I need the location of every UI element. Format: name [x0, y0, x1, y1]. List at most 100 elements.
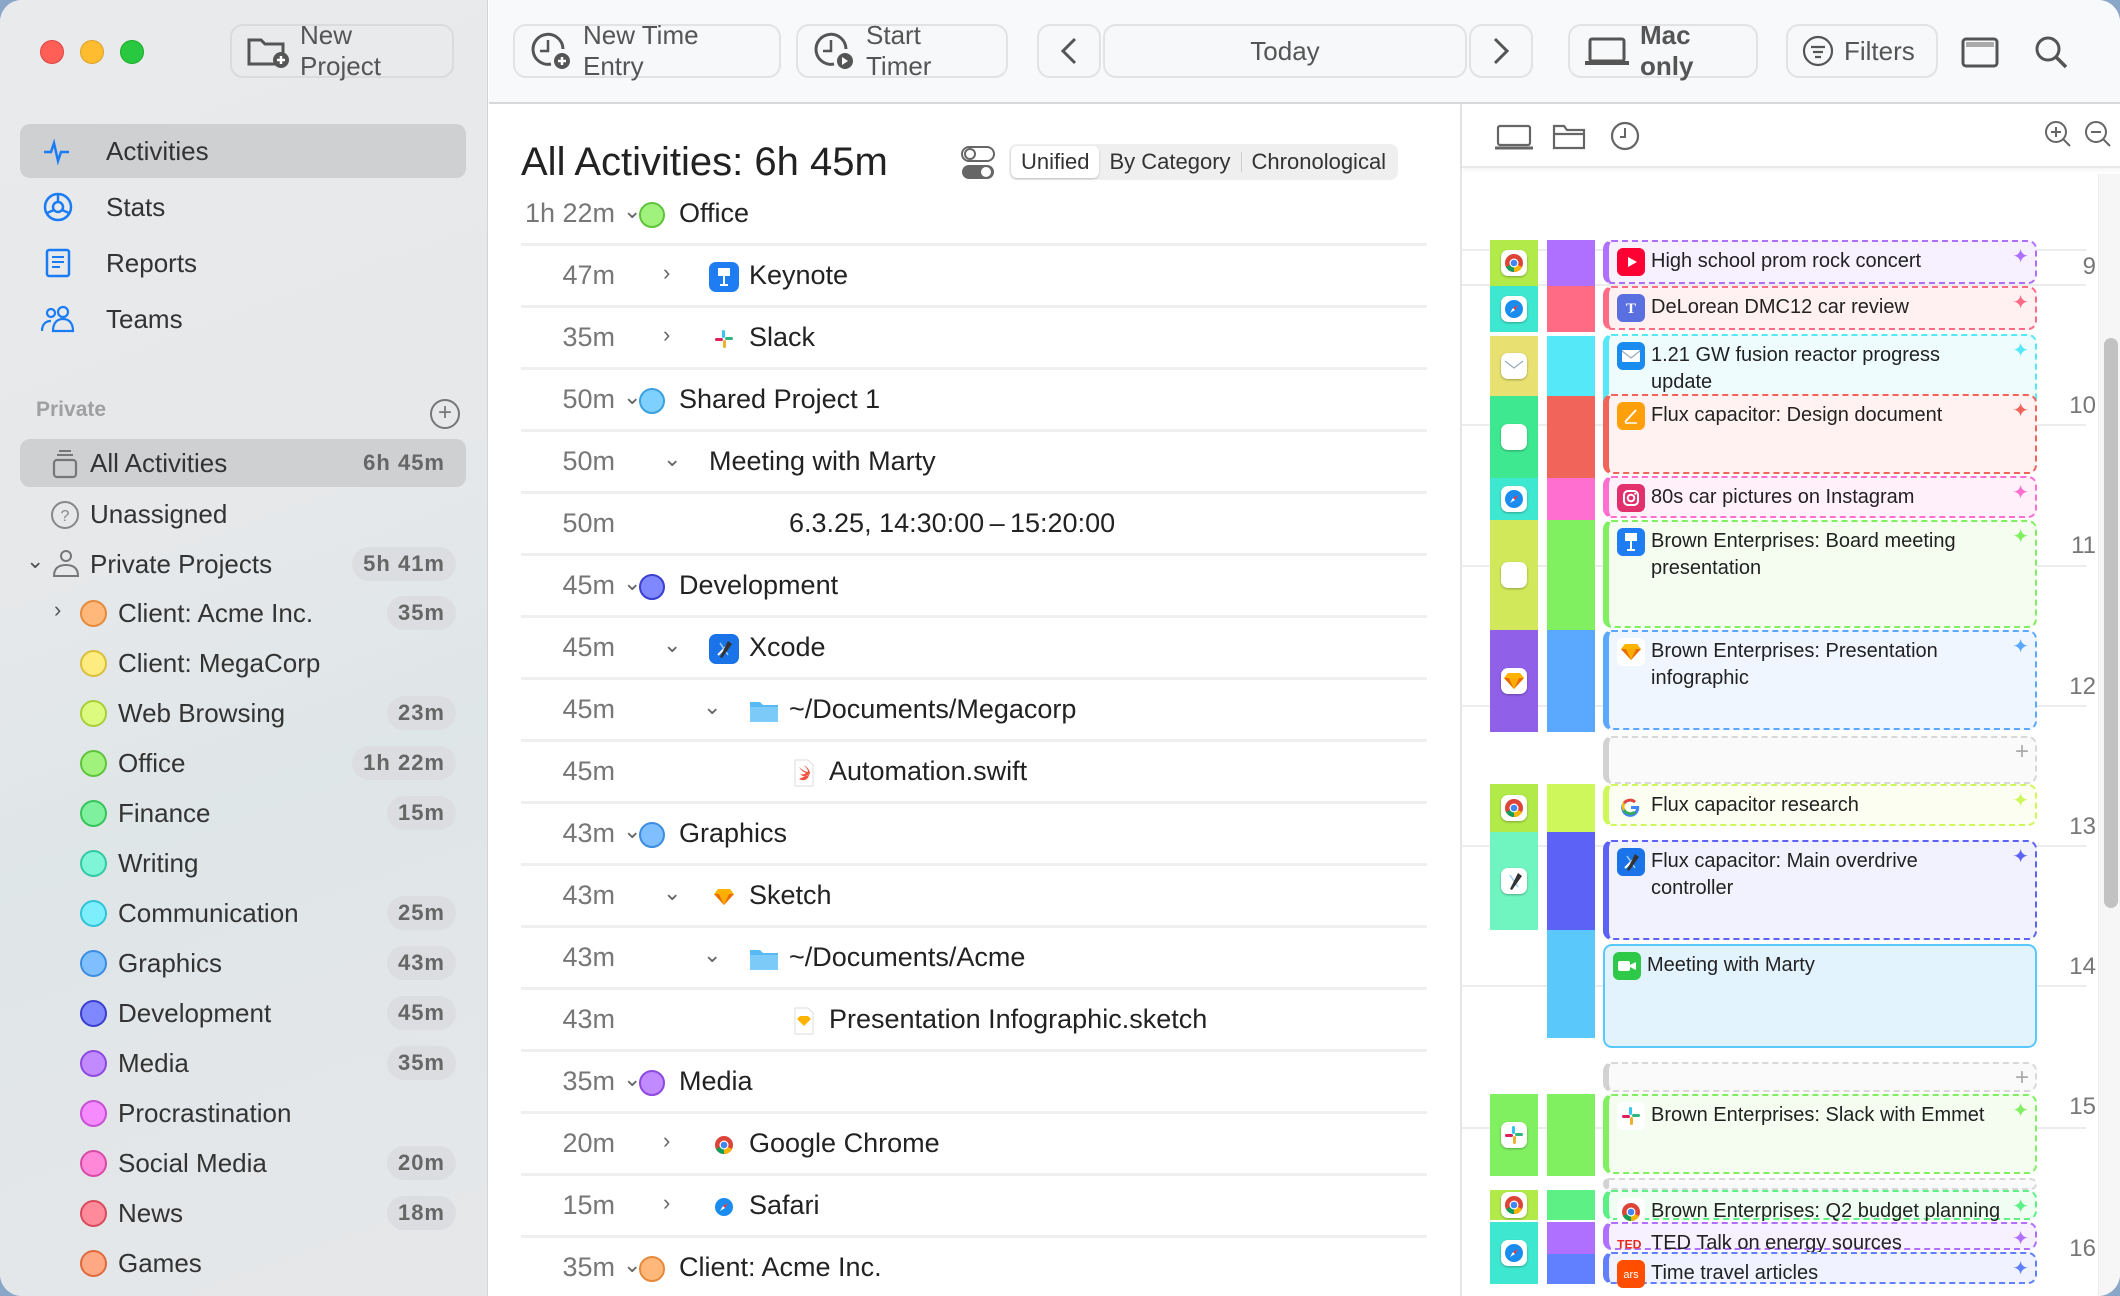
list-row[interactable]: 35m › Slack [521, 308, 1427, 370]
app-usage-strip[interactable] [1490, 630, 1538, 732]
app-usage-strip[interactable] [1490, 336, 1538, 396]
app-usage-strip[interactable] [1490, 1222, 1538, 1284]
timeline-event[interactable]: High school prom rock concert ✦ [1603, 240, 2037, 284]
list-row[interactable]: 43m Presentation Infographic.sketch [521, 990, 1427, 1052]
list-row[interactable]: 43m ⌄ Graphics [521, 804, 1427, 866]
list-row[interactable]: 35m ⌄ Client: Acme Inc. [521, 1238, 1427, 1296]
empty-time-slot[interactable]: + [1603, 736, 2037, 784]
sparkle-icon[interactable]: ✦ [2012, 244, 2029, 271]
sidebar-project-item[interactable]: Client: MegaCorp [20, 639, 466, 687]
device-filter-icon[interactable] [1494, 124, 1534, 150]
add-project-icon[interactable]: + [430, 399, 460, 429]
timeline-event[interactable]: 80s car pictures on Instagram ✦ [1603, 476, 2037, 518]
sidebar-item-stats[interactable]: Stats [20, 180, 466, 234]
list-row[interactable]: 1h 22m ⌄ Office [521, 184, 1427, 246]
list-row[interactable]: 20m › Google Chrome [521, 1114, 1427, 1176]
chevron-right-icon[interactable]: › [663, 322, 670, 348]
sparkle-icon[interactable]: ✦ [2012, 1226, 2029, 1253]
clock-filter-icon[interactable] [1610, 121, 1640, 151]
list-row[interactable]: 45m ⌄ Xcode [521, 618, 1427, 680]
sidebar-item-activities[interactable]: Activities [20, 124, 466, 178]
timeline-event[interactable]: T DeLorean DMC12 car review ✦ [1603, 286, 2037, 330]
sidebar-project-item[interactable]: Graphics 43m [20, 939, 466, 987]
list-row[interactable]: 45m ⌄ Development [521, 556, 1427, 618]
timeline-event[interactable]: Flux capacitor: Main overdrive controlle… [1603, 840, 2037, 940]
chevron-right-icon[interactable]: › [54, 597, 61, 623]
sidebar-item-reports[interactable]: Reports [20, 236, 466, 290]
sparkle-icon[interactable]: ✦ [2012, 1256, 2029, 1283]
next-day-button[interactable] [1469, 24, 1533, 78]
chevron-right-icon[interactable]: › [663, 1128, 670, 1154]
list-row[interactable]: 50m ⌄ Meeting with Marty [521, 432, 1427, 494]
sidebar-project-item[interactable]: Development 45m [20, 989, 466, 1037]
app-usage-strip[interactable] [1490, 832, 1538, 930]
list-row[interactable]: 43m ⌄ ~/Documents/Acme [521, 928, 1427, 990]
view-chronological[interactable]: Chronological [1242, 146, 1397, 178]
chevron-down-icon[interactable]: ⌄ [703, 942, 721, 968]
app-usage-strip[interactable] [1490, 784, 1538, 832]
sparkle-icon[interactable]: ✦ [2012, 290, 2029, 317]
add-entry-icon[interactable]: + [2015, 1064, 2029, 1092]
sidebar-item-all-activities[interactable]: All Activities 6h 45m [20, 439, 466, 487]
list-row[interactable]: 50m 6.3.25, 14:30:00 – 15:20:00 [521, 494, 1427, 556]
sparkle-icon[interactable]: ✦ [2012, 524, 2029, 551]
folder-filter-icon[interactable] [1552, 122, 1586, 150]
app-usage-strip[interactable] [1490, 478, 1538, 520]
chevron-down-icon[interactable]: ⌄ [703, 694, 721, 720]
sidebar-project-item[interactable]: Finance 15m [20, 789, 466, 837]
timeline-event[interactable]: TED TED Talk on energy sources ✦ [1603, 1222, 2037, 1254]
list-row[interactable]: 43m ⌄ Sketch [521, 866, 1427, 928]
sparkle-icon[interactable]: ✦ [2012, 844, 2029, 871]
sparkle-icon[interactable]: ✦ [2012, 338, 2029, 365]
app-usage-strip[interactable] [1490, 1094, 1538, 1176]
sidebar-project-item[interactable]: Web Browsing 23m [20, 689, 466, 737]
sidebar-project-item[interactable]: News 18m [20, 1189, 466, 1237]
sidebar-item-unassigned[interactable]: ? Unassigned [20, 490, 466, 538]
timeline-event[interactable]: ars Time travel articles ✦ [1603, 1252, 2037, 1288]
toggle-icon[interactable] [961, 146, 995, 180]
timeline-event[interactable]: Flux capacitor: Design document ✦ [1603, 394, 2037, 474]
sidebar-item-private-projects[interactable]: ⌄ Private Projects 5h 41m [20, 540, 466, 588]
sidebar-project-item[interactable]: Media 35m [20, 1039, 466, 1087]
view-unified[interactable]: Unified [1011, 146, 1100, 178]
app-usage-strip[interactable] [1490, 286, 1538, 332]
sidebar-project-item[interactable]: Writing [20, 839, 466, 887]
previous-day-button[interactable] [1037, 24, 1101, 78]
start-timer-button[interactable]: Start Timer [796, 20, 1008, 81]
chevron-right-icon[interactable]: › [663, 1190, 670, 1216]
list-row[interactable]: 50m ⌄ Shared Project 1 [521, 370, 1427, 432]
list-row[interactable]: 35m ⌄ Media [521, 1052, 1427, 1114]
list-row[interactable]: 45m Automation.swift [521, 742, 1427, 804]
filters-button[interactable]: Filters [1786, 24, 1938, 78]
zoom-out-icon[interactable] [2084, 120, 2112, 148]
app-usage-strip[interactable] [1490, 1190, 1538, 1220]
chevron-down-icon[interactable]: ⌄ [663, 632, 681, 658]
chevron-down-icon[interactable]: ⌄ [663, 880, 681, 906]
sidebar-project-item[interactable]: Games [20, 1239, 466, 1287]
sparkle-icon[interactable]: ✦ [2012, 398, 2029, 425]
sidebar-project-item[interactable]: Communication 25m [20, 889, 466, 937]
sparkle-icon[interactable]: ✦ [2012, 788, 2029, 815]
timeline-event[interactable]: Brown Enterprises: Board meeting present… [1603, 520, 2037, 628]
sidebar-item-teams[interactable]: Teams [20, 292, 466, 346]
sidebar-toggle-icon[interactable] [1961, 36, 1999, 68]
empty-time-slot[interactable]: + [1603, 1062, 2037, 1092]
sparkle-icon[interactable]: ✦ [2012, 480, 2029, 507]
empty-time-slot[interactable] [1603, 1178, 2037, 1190]
minimize-window-button[interactable] [80, 40, 104, 64]
timeline-event[interactable]: Flux capacitor research ✦ [1603, 784, 2037, 826]
chevron-down-icon[interactable]: ⌄ [663, 446, 681, 472]
chevron-right-icon[interactable]: › [663, 260, 670, 286]
sidebar-project-item[interactable]: Social Media 20m [20, 1139, 466, 1187]
search-icon[interactable] [2033, 34, 2069, 70]
sidebar-project-item[interactable]: › Client: Acme Inc. 35m [20, 589, 466, 637]
timeline-event[interactable]: Brown Enterprises: Q2 budget planning ✦ [1603, 1190, 2037, 1226]
list-row[interactable]: 47m › Keynote [521, 246, 1427, 308]
zoom-in-icon[interactable] [2044, 120, 2072, 148]
view-by-category[interactable]: By Category [1099, 146, 1240, 178]
mac-only-button[interactable]: Mac only [1568, 20, 1758, 81]
sidebar-project-item[interactable]: Procrastination [20, 1089, 466, 1137]
timeline-event[interactable]: Meeting with Marty [1603, 944, 2037, 1048]
add-entry-icon[interactable]: + [2015, 738, 2029, 766]
new-project-button[interactable]: New Project [230, 20, 454, 81]
